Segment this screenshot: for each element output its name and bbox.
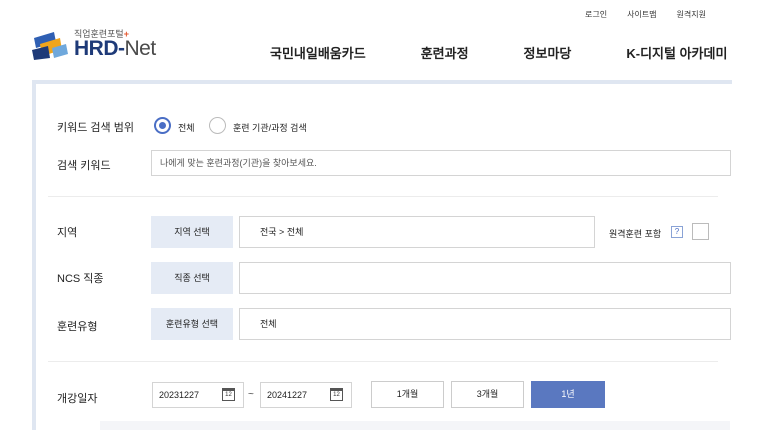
hrd-net-logo[interactable]: 직업훈련포털+ HRD-Net — [30, 24, 170, 64]
date-to-value: 20241227 — [267, 390, 308, 400]
nav-item-courses[interactable]: 훈련과정 — [421, 43, 469, 62]
nav-item-info[interactable]: 정보마당 — [524, 43, 572, 62]
calendar-icon[interactable]: 12 — [330, 388, 343, 401]
date-separator: ~ — [248, 389, 254, 400]
training-type-label: 훈련유형 — [57, 321, 98, 333]
page: 로그인 사이트맵 원격지원 직업훈련포털+ HRD-Net 국민내일배움카드 훈… — [0, 0, 767, 430]
region-value-field[interactable]: 전국 > 전체 — [239, 216, 595, 248]
region-label: 지역 — [57, 227, 78, 239]
date-from-value: 20231227 — [159, 390, 200, 400]
scope-institution-radio[interactable] — [209, 117, 226, 134]
sitemap-link[interactable]: 사이트맵 — [627, 9, 656, 20]
login-link[interactable]: 로그인 — [585, 9, 607, 20]
training-type-value-field[interactable]: 전체 — [239, 308, 731, 340]
ncs-value-field[interactable] — [239, 262, 731, 294]
scope-label: 키워드 검색 범위 — [57, 122, 134, 134]
ncs-label: NCS 직종 — [57, 273, 104, 285]
nav-item-training-card[interactable]: 국민내일배움카드 — [270, 43, 366, 62]
start-date-label: 개강일자 — [57, 393, 98, 405]
scope-institution-label[interactable]: 훈련 기관/과정 검색 — [233, 121, 307, 134]
section-divider — [48, 361, 718, 362]
utility-nav: 로그인 사이트맵 원격지원 — [585, 9, 726, 20]
nav-item-k-digital[interactable]: K-디지털 아카데미 — [626, 43, 727, 62]
period-3-month-button[interactable]: 3개월 — [451, 381, 524, 408]
help-icon[interactable]: ? — [671, 226, 683, 238]
keyword-input[interactable]: 나에게 맞는 훈련과정(기관)을 찾아보세요. — [151, 150, 731, 176]
section-divider — [48, 196, 718, 197]
scope-all-label[interactable]: 전체 — [178, 121, 195, 134]
panel-footer-strip — [100, 421, 730, 430]
logo-wordmark: HRD-Net — [74, 37, 156, 60]
remote-training-label: 원격훈련 포함 — [609, 229, 662, 239]
keyword-label: 검색 키워드 — [57, 160, 111, 172]
date-to-input[interactable]: 20241227 12 — [260, 382, 352, 408]
logo-icon — [32, 32, 68, 60]
period-1-year-button[interactable]: 1년 — [531, 381, 605, 408]
remote-support-link[interactable]: 원격지원 — [677, 9, 706, 20]
region-select-button[interactable]: 지역 선택 — [151, 216, 233, 248]
training-type-select-button[interactable]: 훈련유형 선택 — [151, 308, 233, 340]
main-nav: 국민내일배움카드 훈련과정 정보마당 K-디지털 아카데미 — [270, 43, 727, 62]
search-panel — [32, 80, 732, 430]
remote-training-checkbox[interactable] — [692, 223, 709, 240]
scope-all-radio[interactable] — [154, 117, 171, 134]
calendar-icon[interactable]: 12 — [222, 388, 235, 401]
date-from-input[interactable]: 20231227 12 — [152, 382, 244, 408]
period-1-month-button[interactable]: 1개월 — [371, 381, 444, 408]
ncs-select-button[interactable]: 직종 선택 — [151, 262, 233, 294]
